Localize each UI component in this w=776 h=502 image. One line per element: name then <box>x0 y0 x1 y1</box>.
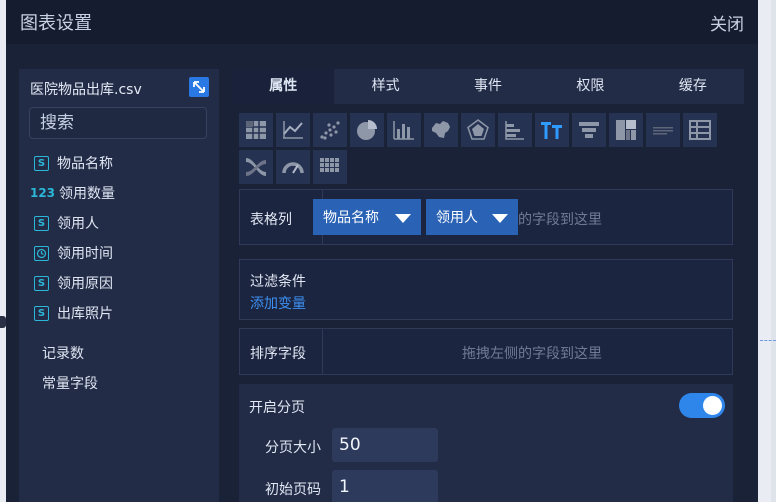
gauge-chart-icon[interactable] <box>276 150 310 184</box>
field-item[interactable]: S 物品名称 <box>34 153 113 173</box>
expand-icon[interactable] <box>189 77 209 97</box>
page-size-input[interactable] <box>332 428 438 462</box>
columns-drop-hint: 的字段到这里 <box>518 212 602 228</box>
chevron-down-icon[interactable] <box>395 214 411 223</box>
column-chip-item-name[interactable]: 物品名称 <box>313 199 421 235</box>
chart-type-selector <box>239 113 739 187</box>
field-item[interactable]: 123 领用数量 <box>29 183 115 203</box>
data-file-name: 医院物品出库.csv <box>30 82 142 98</box>
string-type-icon: S <box>34 305 49 321</box>
heatmap-chart-icon[interactable] <box>313 150 347 184</box>
add-variable-link[interactable]: 添加变量 <box>250 293 306 313</box>
filter-section: 过滤条件 添加变量 <box>239 259 733 320</box>
string-type-icon: S <box>34 275 49 291</box>
field-label: 出库照片 <box>57 306 113 322</box>
sort-section: 排序字段 拖拽左侧的字段到这里 <box>239 328 733 375</box>
chip-label: 物品名称 <box>323 210 379 226</box>
columns-section: 表格列 的字段到这里 物品名称 领用人 <box>239 189 733 245</box>
field-label: 领用数量 <box>59 186 115 202</box>
close-button[interactable]: 关闭 <box>710 10 744 35</box>
field-label: 领用时间 <box>57 246 113 262</box>
treemap-chart-icon[interactable] <box>609 113 643 147</box>
sort-drop-hint: 拖拽左侧的字段到这里 <box>462 346 602 362</box>
clock-type-icon <box>34 245 49 261</box>
line-chart-icon[interactable] <box>276 113 310 147</box>
field-item[interactable]: S 出库照片 <box>34 303 113 323</box>
settings-tabs: 属性 样式 事件 权限 缓存 <box>232 69 744 104</box>
chevron-down-icon[interactable] <box>492 214 508 223</box>
scatter-chart-icon[interactable] <box>313 113 347 147</box>
field-label: 领用人 <box>57 216 99 232</box>
pagination-section: 开启分页 分页大小 初始页码 <box>239 384 733 502</box>
pivot-table-icon[interactable] <box>683 113 717 147</box>
number-type-icon: 123 <box>29 186 56 200</box>
columns-label: 表格列 <box>250 212 292 228</box>
pagination-label: 开启分页 <box>249 400 305 416</box>
text-chart-icon[interactable] <box>535 113 569 147</box>
initial-page-label: 初始页码 <box>265 482 321 498</box>
tab-style[interactable]: 样式 <box>334 69 436 104</box>
radar-chart-icon[interactable] <box>461 113 495 147</box>
initial-page-input[interactable] <box>332 470 438 502</box>
background-page-edge <box>771 0 776 502</box>
pagination-toggle[interactable] <box>679 393 725 418</box>
tab-permissions[interactable]: 权限 <box>539 69 641 104</box>
sort-label: 排序字段 <box>250 346 306 362</box>
field-label: 领用原因 <box>57 276 113 292</box>
string-type-icon: S <box>34 155 49 171</box>
pie-chart-icon[interactable] <box>350 113 384 147</box>
field-item[interactable]: 领用时间 <box>34 243 113 263</box>
section-divider <box>322 329 323 374</box>
horizontal-bar-chart-icon[interactable] <box>498 113 532 147</box>
tab-properties[interactable]: 属性 <box>232 69 335 104</box>
bar-chart-icon[interactable] <box>387 113 421 147</box>
tab-events[interactable]: 事件 <box>437 69 539 104</box>
chart-settings-dialog: 图表设置 关闭 医院物品出库.csv S 物品名称 123 领用数量 S 领用人… <box>6 0 758 502</box>
progress-chart-icon[interactable] <box>646 113 680 147</box>
funnel-chart-icon[interactable] <box>572 113 606 147</box>
dialog-title: 图表设置 <box>20 13 92 34</box>
toggle-knob <box>703 396 722 415</box>
field-item[interactable]: S 领用人 <box>34 213 99 233</box>
tab-cache[interactable]: 缓存 <box>642 69 744 104</box>
filter-label: 过滤条件 <box>250 274 306 290</box>
page-size-label: 分页大小 <box>265 440 321 456</box>
field-label: 物品名称 <box>57 156 113 172</box>
record-count-field[interactable]: 记录数 <box>42 343 84 363</box>
background-guide-line <box>760 340 776 341</box>
string-type-icon: S <box>34 215 49 231</box>
chip-label: 领用人 <box>436 210 478 226</box>
table-chart-icon[interactable] <box>239 113 273 147</box>
china-map-icon[interactable] <box>424 113 458 147</box>
column-chip-recipient[interactable]: 领用人 <box>426 199 518 235</box>
field-search-input[interactable] <box>29 107 207 139</box>
field-item[interactable]: S 领用原因 <box>34 273 113 293</box>
dialog-titlebar: 图表设置 关闭 <box>6 0 758 44</box>
sankey-chart-icon[interactable] <box>239 150 273 184</box>
data-fields-panel: 医院物品出库.csv S 物品名称 123 领用数量 S 领用人 领用时间 S … <box>19 69 219 502</box>
constant-field[interactable]: 常量字段 <box>42 373 98 393</box>
